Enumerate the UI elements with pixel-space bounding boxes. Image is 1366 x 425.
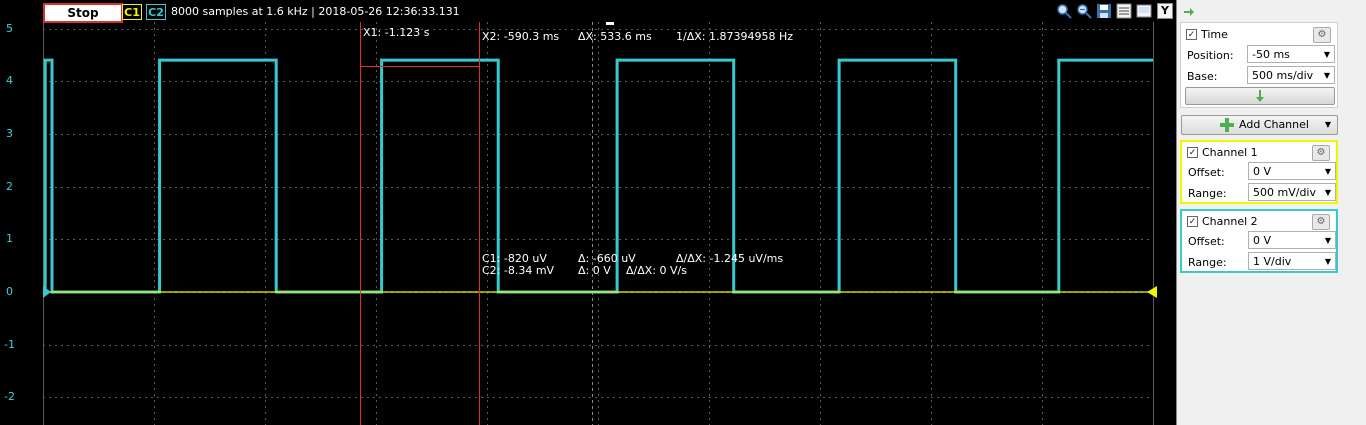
- position-select[interactable]: -50 ms ▼: [1247, 45, 1335, 63]
- cursor-x2-readout: X2: -590.3 ms: [482, 30, 560, 43]
- channel-1-range-select[interactable]: 500 mV/div ▼: [1248, 183, 1336, 201]
- time-settings: ✓ Time ⚙ Position: -50 ms ▼ Base: 500 ms/…: [1180, 22, 1338, 108]
- channel-1-range-value: 500 mV/div: [1253, 186, 1316, 199]
- acquisition-info: 8000 samples at 1.6 kHz | 2018-05-26 12:…: [171, 5, 460, 18]
- scope-view[interactable]: 543210-1-2 V X1: -1.123 s X2: -590.3 ms …: [0, 0, 1176, 425]
- y-axis-label: 3: [6, 126, 13, 140]
- add-channel-button[interactable]: Add Channel ▼: [1181, 115, 1338, 135]
- time-title: Time: [1201, 28, 1228, 41]
- channel-1-title: Channel 1: [1202, 146, 1258, 159]
- channel-2-offset-select[interactable]: 0 V ▼: [1248, 231, 1336, 249]
- plus-icon: [1220, 118, 1234, 132]
- chevron-down-icon: ▼: [1323, 50, 1330, 59]
- scope-plot[interactable]: [0, 0, 1176, 425]
- channel-2-range-select[interactable]: 1 V/div ▼: [1248, 252, 1336, 270]
- channel-1-checkbox[interactable]: ✓: [1187, 147, 1198, 158]
- channel-1-zero-marker[interactable]: [1147, 286, 1157, 298]
- add-channel-label: Add Channel: [1239, 118, 1309, 131]
- position-value: -50 ms: [1252, 48, 1290, 61]
- channel-2-checkbox[interactable]: ✓: [1187, 216, 1198, 227]
- y-axis-label: 0: [6, 285, 13, 298]
- c1-cursor-slope: Δ/ΔX: -1.245 uV/ms: [676, 252, 784, 265]
- time-settings-gear-icon[interactable]: ⚙: [1313, 27, 1331, 43]
- c2-cursor-delta: Δ: 0 V: [578, 264, 611, 277]
- position-label: Position:: [1187, 49, 1234, 62]
- channel-2-offset-label: Offset:: [1188, 235, 1225, 248]
- channel-1-offset-label: Offset:: [1188, 166, 1225, 179]
- channel-1-offset-select[interactable]: 0 V ▼: [1248, 162, 1336, 180]
- channel-2-range-label: Range:: [1188, 256, 1227, 269]
- base-label: Base:: [1187, 70, 1218, 83]
- c2-cursor-value: C2: -8.34 mV: [482, 264, 555, 277]
- apply-button[interactable]: [1185, 87, 1335, 105]
- chevron-down-icon: ▼: [1324, 167, 1331, 176]
- channel-2-toggle[interactable]: C2: [146, 4, 166, 20]
- chevron-down-icon: ▼: [1324, 188, 1331, 197]
- chevron-down-icon: ▼: [1324, 120, 1331, 129]
- c2-cursor-slope: Δ/ΔX: 0 V/s: [626, 264, 687, 277]
- scope-toolbar: Stop C1 C2 8000 samples at 1.6 kHz | 201…: [0, 0, 1176, 23]
- save-icon[interactable]: [1096, 3, 1112, 19]
- channel-1-gear-icon[interactable]: ⚙: [1312, 145, 1330, 161]
- cursor-inverse-delta-x: 1/ΔX: 1.87394958 Hz: [676, 30, 793, 43]
- channel-1-settings: ✓ Channel 1 ⚙ Offset: 0 V ▼ Range: 500 mV…: [1180, 140, 1338, 204]
- chevron-down-icon: ▼: [1323, 71, 1330, 80]
- channel-2-range-value: 1 V/div: [1253, 255, 1292, 268]
- base-select[interactable]: 500 ms/div ▼: [1247, 66, 1335, 84]
- y-axis-label: 1: [6, 232, 13, 246]
- y-axis-label: -1: [4, 337, 15, 351]
- stop-button[interactable]: Stop: [43, 3, 123, 23]
- list-icon[interactable]: [1116, 3, 1132, 19]
- time-checkbox[interactable]: ✓: [1186, 29, 1197, 40]
- channel-2-settings: ✓ Channel 2 ⚙ Offset: 0 V ▼ Range: 1 V/di…: [1180, 209, 1338, 273]
- cursor-x1-readout: X1: -1.123 s: [363, 26, 430, 39]
- channel-2-zero-marker[interactable]: [43, 286, 51, 298]
- y-axis-label: -2: [4, 390, 15, 404]
- y-axis-label: 2: [6, 179, 13, 193]
- chevron-down-icon: ▼: [1324, 257, 1331, 266]
- channel-1-offset-value: 0 V: [1253, 165, 1272, 178]
- chevron-down-icon: ▼: [1324, 236, 1331, 245]
- y-axis-label: 4: [6, 74, 13, 88]
- y-axis-label: 5: [6, 21, 13, 35]
- channel-2-offset-value: 0 V: [1253, 234, 1272, 247]
- y-axis-button[interactable]: Y: [1157, 3, 1173, 19]
- magnifier-icon[interactable]: [1076, 3, 1092, 19]
- zoom-icon[interactable]: [1056, 3, 1072, 19]
- arrow-right-icon[interactable]: [1183, 7, 1195, 17]
- channel-1-toggle[interactable]: C1: [122, 4, 142, 20]
- channel-2-gear-icon[interactable]: ⚙: [1312, 214, 1330, 230]
- base-value: 500 ms/div: [1252, 69, 1314, 82]
- channel-2-title: Channel 2: [1202, 215, 1258, 228]
- cursor-delta-x: ΔX: 533.6 ms: [578, 30, 652, 43]
- channel-1-range-label: Range:: [1188, 187, 1227, 200]
- arrow-down-icon: [1256, 90, 1264, 102]
- screen-icon[interactable]: [1136, 3, 1152, 19]
